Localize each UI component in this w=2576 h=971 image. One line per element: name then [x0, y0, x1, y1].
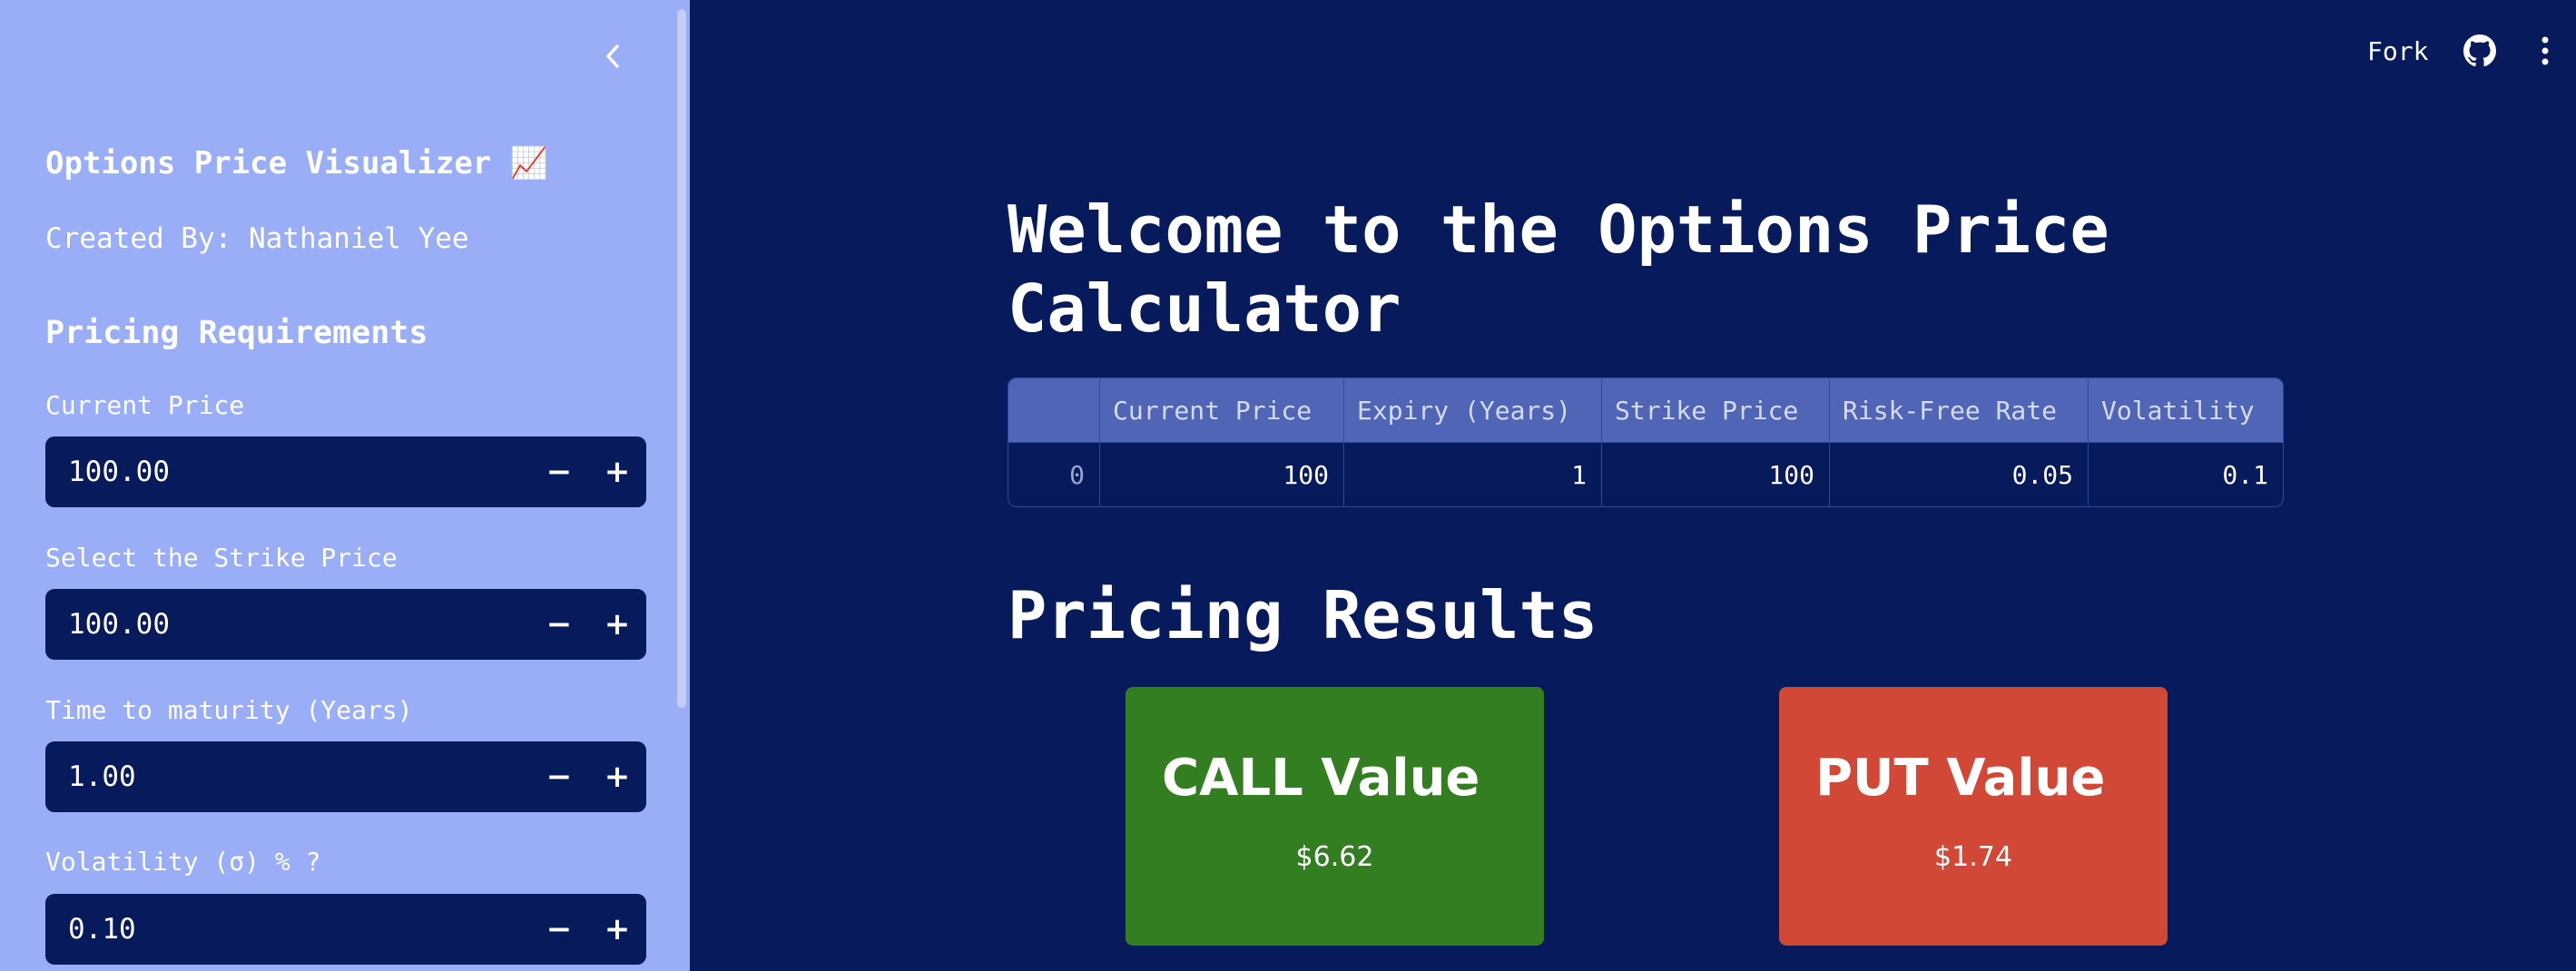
table-header-strike-price[interactable]: Strike Price: [1602, 378, 1830, 442]
sidebar-title: Options Price Visualizer 📈: [45, 145, 549, 181]
time-to-maturity-increment-button[interactable]: +: [588, 741, 646, 812]
current-price-input[interactable]: [45, 436, 530, 508]
volatility-input-group: − +: [45, 893, 646, 966]
call-value-card: CALL Value $6.62: [1126, 687, 1544, 946]
table-header-index: [1008, 378, 1100, 442]
current-price-increment-button[interactable]: +: [588, 436, 646, 507]
table-cell-strike-price: 100: [1602, 442, 1830, 506]
time-to-maturity-input-group: − +: [45, 741, 646, 813]
table-header-current-price[interactable]: Current Price: [1100, 378, 1344, 442]
current-price-label: Current Price: [45, 390, 245, 420]
collapse-sidebar-button[interactable]: [595, 38, 631, 74]
table-header-risk-free-rate[interactable]: Risk-Free Rate: [1830, 378, 2089, 442]
table-cell-index: 0: [1008, 442, 1100, 506]
inputs-table: Current Price Expiry (Years) Strike Pric…: [1008, 378, 2284, 507]
table-cell-volatility: 0.1: [2089, 442, 2283, 506]
pricing-requirements-heading: Pricing Requirements: [45, 315, 428, 351]
call-value-label: CALL Value: [1162, 749, 1480, 808]
current-price-decrement-button[interactable]: −: [530, 436, 588, 507]
strike-price-input[interactable]: [45, 588, 530, 661]
pricing-results-heading: Pricing Results: [1008, 577, 1598, 653]
author-credit: Created By: Nathaniel Yee: [45, 222, 469, 255]
fork-button[interactable]: Fork: [2367, 36, 2428, 66]
table-header-volatility[interactable]: Volatility: [2089, 378, 2283, 442]
table-cell-risk-free-rate: 0.05: [1830, 442, 2089, 506]
github-icon[interactable]: [2463, 34, 2496, 71]
table-cell-current-price: 100: [1100, 442, 1344, 506]
strike-price-decrement-button[interactable]: −: [530, 589, 588, 660]
call-value-amount: $6.62: [1295, 841, 1374, 873]
put-value-label: PUT Value: [1815, 749, 2106, 808]
strike-price-increment-button[interactable]: +: [588, 589, 646, 660]
strike-price-label: Select the Strike Price: [45, 543, 398, 573]
volatility-input[interactable]: [45, 893, 530, 966]
table-row: 0 100 1 100 0.05 0.1: [1008, 442, 2283, 506]
sidebar-scrollbar[interactable]: [677, 9, 686, 708]
sidebar: Options Price Visualizer 📈 Created By: N…: [0, 0, 690, 971]
strike-price-input-group: − +: [45, 588, 646, 661]
chevron-left-icon: [606, 44, 619, 68]
table-cell-expiry: 1: [1344, 442, 1602, 506]
page-title: Welcome to the Options Price Calculator: [1008, 191, 2109, 347]
put-value-card: PUT Value $1.74: [1779, 687, 2168, 946]
volatility-decrement-button[interactable]: −: [530, 894, 588, 965]
time-to-maturity-input[interactable]: [45, 741, 530, 813]
volatility-label: Volatility (σ) % ?: [45, 847, 321, 877]
volatility-increment-button[interactable]: +: [588, 894, 646, 965]
put-value-amount: $1.74: [1934, 841, 2012, 873]
table-header-row: Current Price Expiry (Years) Strike Pric…: [1008, 378, 2283, 442]
table-header-expiry[interactable]: Expiry (Years): [1344, 378, 1602, 442]
time-to-maturity-label: Time to maturity (Years): [45, 695, 413, 725]
current-price-input-group: − +: [45, 436, 646, 508]
time-to-maturity-decrement-button[interactable]: −: [530, 741, 588, 812]
more-vertical-icon[interactable]: [2538, 33, 2552, 73]
